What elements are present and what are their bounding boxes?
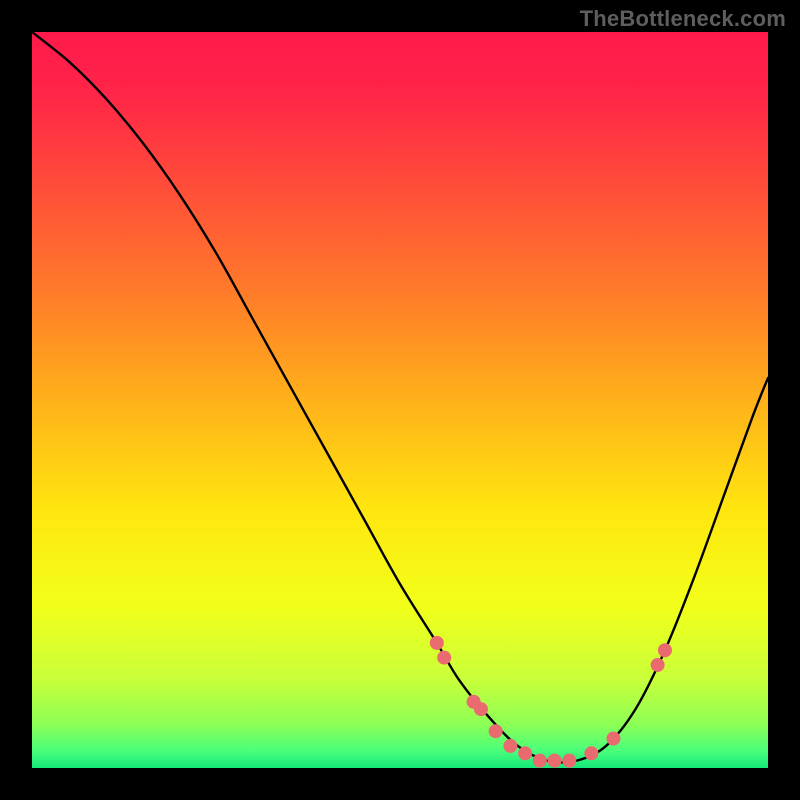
highlight-marker [658, 643, 672, 657]
highlight-marker [606, 732, 620, 746]
highlight-marker [503, 739, 517, 753]
bottleneck-chart [32, 32, 768, 768]
highlight-marker [651, 658, 665, 672]
highlight-marker [533, 754, 547, 768]
highlight-marker [437, 651, 451, 665]
watermark-text: TheBottleneck.com [580, 6, 786, 32]
highlight-marker [430, 636, 444, 650]
highlight-marker [584, 746, 598, 760]
highlight-marker [548, 754, 562, 768]
highlight-marker [474, 702, 488, 716]
chart-frame [32, 32, 768, 768]
highlight-marker [562, 754, 576, 768]
highlight-marker [489, 724, 503, 738]
highlight-marker [518, 746, 532, 760]
